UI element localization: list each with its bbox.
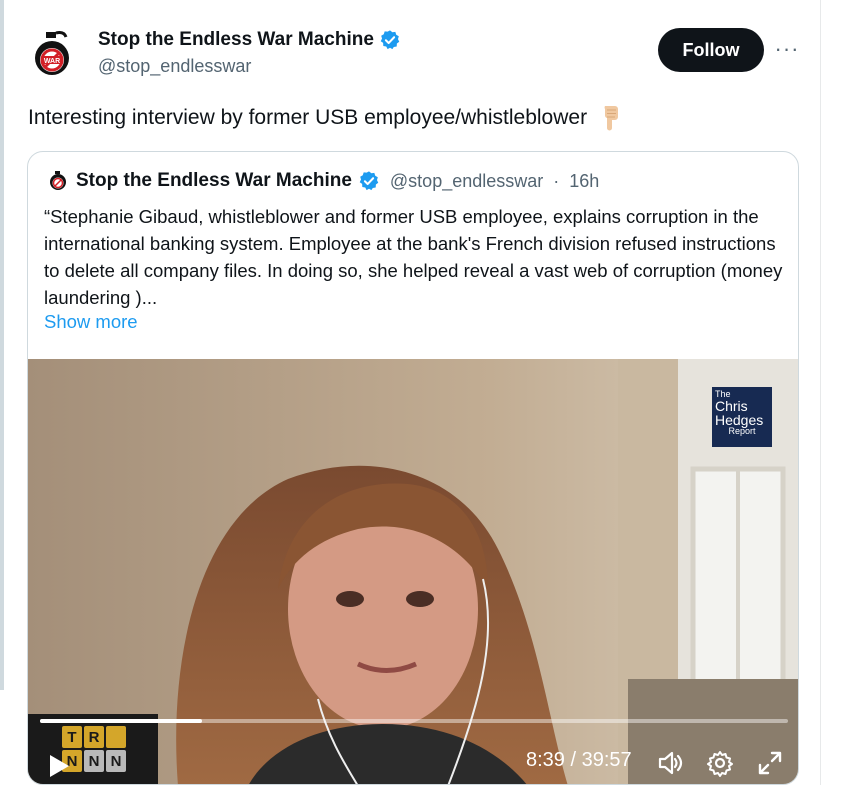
trnn-cell: R — [84, 726, 104, 748]
post-header: WAR Stop the Endless War Machine @stop_e… — [28, 26, 808, 86]
trnn-cell: N — [106, 750, 126, 772]
quoted-separator: · — [553, 170, 560, 191]
quoted-author-avatar[interactable] — [48, 170, 70, 192]
verified-badge-icon[interactable] — [379, 29, 401, 51]
badge-line-3: Hedges — [715, 412, 764, 428]
video-time-display: 8:39 / 39:57 — [526, 749, 632, 771]
left-border — [0, 0, 4, 690]
quoted-author-handle[interactable]: @stop_endlesswar — [390, 171, 543, 192]
trnn-cell: T — [62, 726, 82, 748]
play-icon[interactable] — [48, 754, 70, 778]
trnn-cell: N — [84, 750, 104, 772]
timeline-divider — [820, 0, 821, 785]
follow-button[interactable]: Follow — [658, 28, 764, 72]
badge-line-2: Chris — [715, 398, 748, 414]
quoted-post[interactable]: Stop the Endless War Machine @stop_endle… — [27, 151, 799, 785]
svg-text:WAR: WAR — [44, 58, 60, 65]
quoted-verified-badge-icon — [359, 171, 379, 191]
settings-gear-icon[interactable] — [706, 749, 734, 777]
video-progress-bar[interactable] — [40, 719, 788, 723]
quoted-timestamp[interactable]: 16h — [569, 171, 599, 192]
pointing-down-emoji-icon — [604, 106, 619, 131]
trnn-cell — [106, 726, 126, 748]
quoted-author-name[interactable]: Stop the Endless War Machine — [76, 170, 352, 192]
chris-hedges-report-logo: The Chris Hedges Report — [712, 387, 772, 447]
show-more-link[interactable]: Show more — [44, 311, 138, 333]
author-handle[interactable]: @stop_endlesswar — [98, 56, 401, 77]
post-text: Interesting interview by former USB empl… — [28, 104, 623, 132]
fullscreen-icon[interactable] — [756, 749, 784, 777]
badge-line-4: Report — [728, 426, 756, 436]
more-options-icon[interactable]: ··· — [772, 34, 802, 64]
video-progress-fill — [40, 719, 202, 723]
volume-icon[interactable] — [656, 749, 684, 777]
quoted-post-header: Stop the Endless War Machine @stop_endle… — [48, 170, 599, 192]
quoted-post-body: “Stephanie Gibaud, whistleblower and for… — [44, 206, 783, 308]
video-player[interactable]: The Chris Hedges Report T R N N N 8:39 /… — [28, 359, 798, 784]
author-avatar[interactable]: WAR — [28, 28, 84, 84]
author-name[interactable]: Stop the Endless War Machine — [98, 29, 374, 51]
post-text-content: Interesting interview by former USB empl… — [28, 106, 588, 129]
